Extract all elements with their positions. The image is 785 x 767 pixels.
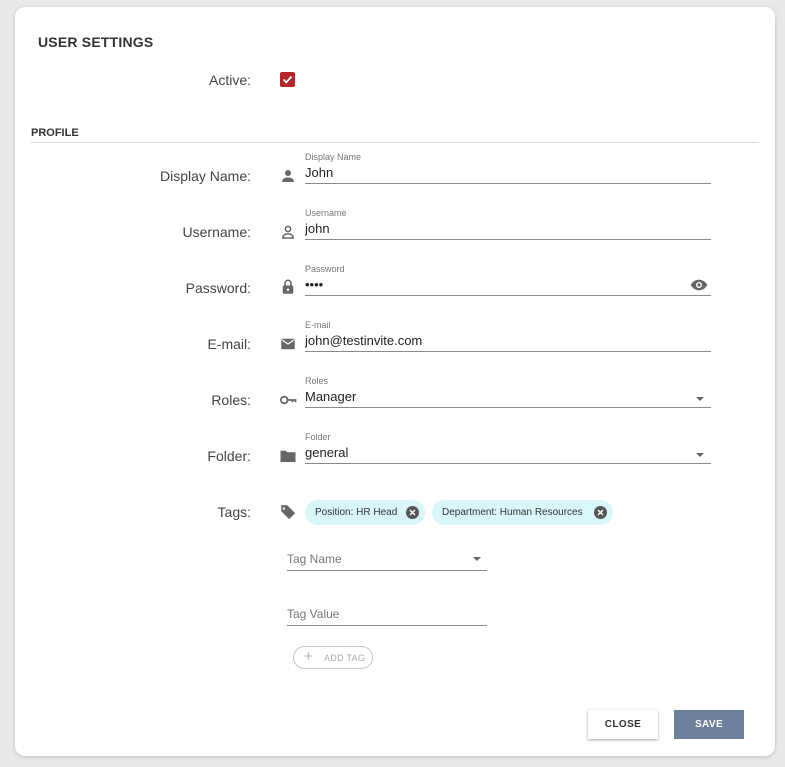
username-float-label: Username xyxy=(305,208,347,218)
display-name-underline xyxy=(305,183,711,184)
tag-chip-label: Position: HR Head xyxy=(315,507,398,518)
close-button[interactable]: CLOSE xyxy=(588,710,658,739)
tag-value-underline xyxy=(287,625,487,626)
roles-label: Roles: xyxy=(211,392,251,408)
folder-float-label: Folder xyxy=(305,432,331,442)
remove-chip-icon[interactable] xyxy=(406,506,419,519)
password-input[interactable]: •••• xyxy=(305,277,685,292)
plus-icon: + xyxy=(304,648,313,665)
tag-name-placeholder: Tag Name xyxy=(287,552,342,566)
username-label: Username: xyxy=(182,224,251,240)
person-icon xyxy=(282,170,294,182)
tag-icon xyxy=(280,505,296,520)
username-input[interactable] xyxy=(305,221,685,236)
roles-value: Manager xyxy=(305,389,357,404)
active-label: Active: xyxy=(208,72,251,88)
key-icon xyxy=(279,395,297,405)
folder-underline xyxy=(305,463,711,464)
username-underline xyxy=(305,239,711,240)
roles-select[interactable]: Roles Manager xyxy=(305,376,711,414)
folder-label: Folder: xyxy=(207,448,251,464)
email-underline xyxy=(305,351,711,352)
display-name-float-label: Display Name xyxy=(305,152,362,162)
roles-float-label: Roles xyxy=(305,376,329,386)
username-field[interactable]: Username xyxy=(305,208,711,246)
tags-label: Tags: xyxy=(217,504,251,520)
folder-value: general xyxy=(305,445,349,460)
eye-icon[interactable] xyxy=(690,278,708,292)
mail-icon xyxy=(281,338,295,350)
add-tag-button[interactable]: + ADD TAG xyxy=(293,646,373,669)
email-input[interactable] xyxy=(305,333,685,348)
add-tag-label: ADD TAG xyxy=(324,653,366,663)
email-label: E-mail: xyxy=(207,336,251,352)
password-float-label: Password xyxy=(305,264,345,274)
save-button[interactable]: SAVE xyxy=(674,710,744,739)
user-settings-dialog: USER SETTINGS Active: PROFILE Display Na… xyxy=(15,7,775,756)
tag-value-placeholder: Tag Value xyxy=(287,607,340,621)
lock-icon xyxy=(282,279,294,294)
chevron-down-icon[interactable] xyxy=(696,453,704,457)
dialog-title: USER SETTINGS xyxy=(38,34,154,50)
email-float-label: E-mail xyxy=(305,320,331,330)
person-outline-icon xyxy=(281,225,295,239)
folder-select[interactable]: Folder general xyxy=(305,432,711,470)
tag-chip[interactable]: Department: Human Resources xyxy=(432,500,613,525)
folder-icon xyxy=(280,450,296,462)
display-name-label: Display Name: xyxy=(159,168,251,184)
password-underline xyxy=(305,295,711,296)
chevron-down-icon[interactable] xyxy=(473,557,481,561)
active-checkbox[interactable] xyxy=(280,72,295,87)
display-name-field[interactable]: Display Name xyxy=(305,152,711,190)
check-icon xyxy=(282,75,293,84)
remove-chip-icon[interactable] xyxy=(594,506,607,519)
password-label: Password: xyxy=(185,280,251,296)
chevron-down-icon[interactable] xyxy=(696,397,704,401)
password-field[interactable]: Password •••• xyxy=(305,264,711,302)
tag-name-underline xyxy=(287,570,487,571)
profile-section-heading: PROFILE xyxy=(31,127,79,139)
section-divider xyxy=(30,142,759,143)
roles-underline xyxy=(305,407,711,408)
tag-name-select[interactable]: Tag Name xyxy=(287,550,487,574)
email-field[interactable]: E-mail xyxy=(305,320,711,358)
tag-value-input[interactable]: Tag Value xyxy=(287,605,487,629)
tag-chip-label: Department: Human Resources xyxy=(442,507,583,518)
tag-chip[interactable]: Position: HR Head xyxy=(305,500,425,525)
display-name-input[interactable] xyxy=(305,165,685,180)
